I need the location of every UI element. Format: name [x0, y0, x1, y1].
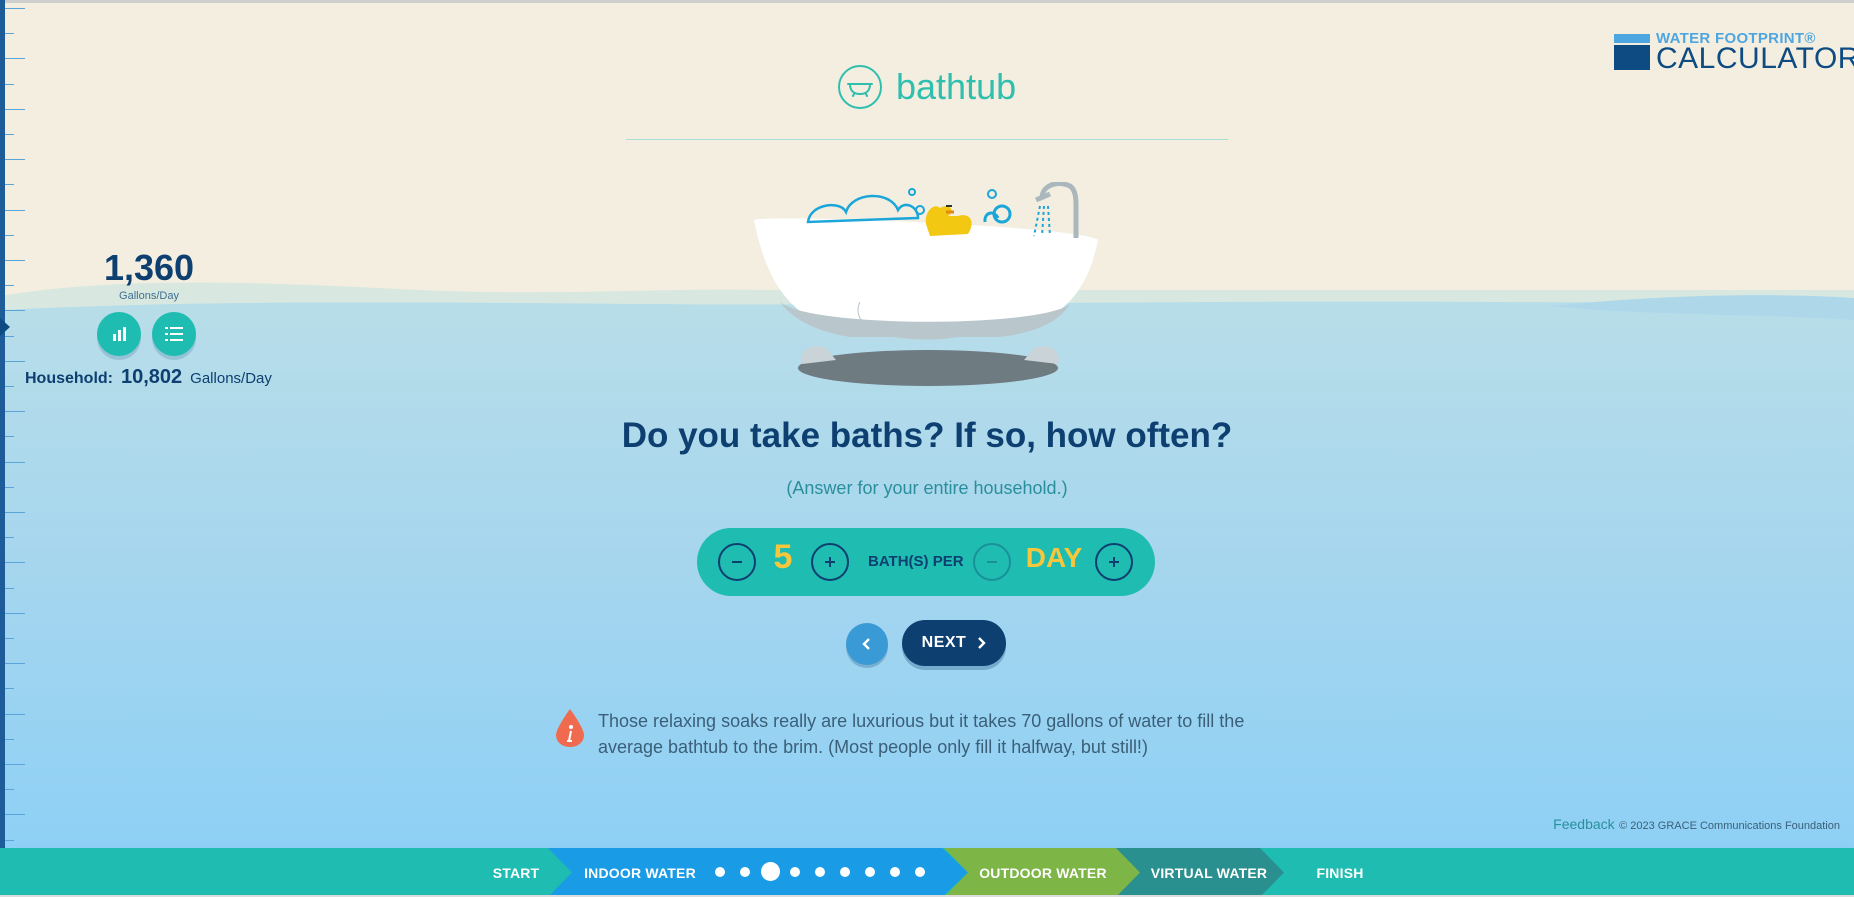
- ruler-tick: [5, 335, 14, 337]
- minus-icon: [732, 561, 742, 563]
- level-pointer: [0, 318, 10, 336]
- ruler-tick: [5, 360, 25, 362]
- bathtub-illustration: [754, 182, 1098, 386]
- progress-dot[interactable]: [715, 867, 725, 877]
- personal-usage: 1,360 Gallons/Day: [97, 247, 201, 303]
- personal-gallons-unit: Gallons/Day: [119, 290, 179, 302]
- calculator-logo[interactable]: WATER FOOTPRINT® CALCULATOR: [1614, 30, 1854, 75]
- progress-bar: START INDOOR WATER OUTDOOR WATER VIRTUAL…: [0, 848, 1854, 897]
- ruler-tick: [5, 260, 25, 261]
- ruler-tick: [5, 83, 14, 85]
- bath-count-value: 5: [773, 538, 793, 576]
- ruler-tick: [5, 310, 25, 312]
- progress-dot[interactable]: [815, 867, 825, 877]
- personal-gallons-value: 1,360: [103, 247, 195, 288]
- household-usage: Household: 10,802 Gallons/Day: [25, 366, 272, 389]
- ruler-tick: [5, 58, 25, 60]
- ruler-tick: [5, 184, 14, 186]
- progress-dot[interactable]: [915, 867, 925, 877]
- ruler-tick: [5, 562, 25, 564]
- top-border: [0, 0, 1854, 3]
- ruler-tick: [5, 285, 14, 287]
- step-start[interactable]: START: [470, 848, 562, 897]
- chart-button[interactable]: [97, 312, 141, 356]
- ruler-tick: [5, 789, 14, 791]
- bathtub-icon: [838, 65, 882, 109]
- question-text: Do you take baths? If so, how often?: [621, 416, 1233, 455]
- ruler-tick: [5, 537, 14, 539]
- decrease-count-button[interactable]: [718, 543, 756, 581]
- ruler-tick: [5, 612, 25, 614]
- logo-mark: [1614, 34, 1650, 70]
- step-outdoor-water[interactable]: OUTDOOR WATER: [972, 848, 1114, 897]
- decrease-period-button[interactable]: [973, 543, 1011, 581]
- ruler-tick: [5, 764, 25, 765]
- minus-icon: [987, 561, 997, 563]
- back-button[interactable]: [846, 623, 888, 665]
- step-finish[interactable]: FINISH: [1300, 848, 1380, 897]
- progress-dot[interactable]: [840, 867, 850, 877]
- progress-dot[interactable]: [740, 867, 750, 877]
- plus-icon: [1109, 557, 1119, 567]
- logo-line2: CALCULATOR: [1656, 42, 1854, 75]
- list-icon: [165, 327, 183, 341]
- page-title: bathtub: [896, 66, 1017, 107]
- ruler-tick: [5, 814, 25, 816]
- plus-icon: [825, 557, 835, 567]
- bath-frequency-control: 5 BATH(S) PER DAY: [697, 528, 1155, 596]
- app-root: WATER FOOTPRINT® CALCULATOR bathtub 1,36…: [0, 0, 1854, 897]
- ruler-tick: [5, 209, 25, 211]
- bar-chart-icon: [113, 327, 126, 341]
- bath-unit-label: BATH(S) PER: [868, 553, 964, 570]
- title-divider: [626, 139, 1228, 140]
- progress-dot[interactable]: [760, 862, 780, 881]
- step-indoor-water[interactable]: INDOOR WATER: [580, 848, 700, 897]
- increase-period-button[interactable]: [1095, 543, 1133, 581]
- info-drop-icon: [556, 709, 584, 747]
- next-button-label: NEXT: [921, 634, 967, 651]
- ruler-tick: [5, 713, 25, 715]
- ruler-tick: [5, 486, 14, 488]
- footer-legal: Feedback © 2023 GRACE Communications Fou…: [1553, 816, 1840, 834]
- chevron-right-icon: [978, 637, 987, 649]
- ruler-tick: [5, 108, 25, 110]
- progress-dot[interactable]: [790, 867, 800, 877]
- page-heading: bathtub: [838, 62, 1016, 112]
- ruler-tick: [5, 33, 14, 35]
- ruler-tick: [5, 386, 14, 387]
- increase-count-button[interactable]: [811, 543, 849, 581]
- ruler-tick: [5, 159, 25, 161]
- chevron-left-icon: [862, 638, 870, 650]
- period-value: DAY: [1025, 542, 1083, 573]
- ruler-tick: [5, 688, 14, 690]
- copyright-text: © 2023 GRACE Communications Foundation: [1619, 820, 1840, 832]
- household-unit: Gallons/Day: [190, 370, 272, 387]
- ruler-tick: [5, 587, 14, 589]
- household-value: 10,802: [121, 366, 183, 388]
- next-button[interactable]: NEXT: [902, 620, 1006, 666]
- ruler-tick: [5, 436, 14, 438]
- ruler-tick: [5, 234, 14, 236]
- ruler-tick: [5, 134, 14, 135]
- ruler-tick: [5, 461, 25, 463]
- list-button[interactable]: [152, 312, 196, 356]
- question-subtext: (Answer for your entire household.): [786, 478, 1068, 498]
- feedback-link[interactable]: Feedback: [1553, 816, 1614, 832]
- ruler-tick: [5, 512, 25, 513]
- ruler-bar: [0, 0, 5, 848]
- ruler-tick: [5, 738, 14, 740]
- ruler-tick: [5, 663, 25, 665]
- progress-dot[interactable]: [890, 867, 900, 877]
- water-level-ruler: [0, 0, 26, 848]
- step-virtual-water[interactable]: VIRTUAL WATER: [1144, 848, 1274, 897]
- ruler-tick: [5, 411, 25, 413]
- ruler-tick: [5, 8, 25, 9]
- household-label: Household:: [25, 370, 113, 387]
- ruler-tick: [5, 638, 14, 639]
- info-tip: Those relaxing soaks really are luxuriou…: [554, 708, 1274, 760]
- progress-dot[interactable]: [865, 867, 875, 877]
- ruler-tick: [5, 839, 14, 841]
- info-text: Those relaxing soaks really are luxuriou…: [598, 711, 1245, 757]
